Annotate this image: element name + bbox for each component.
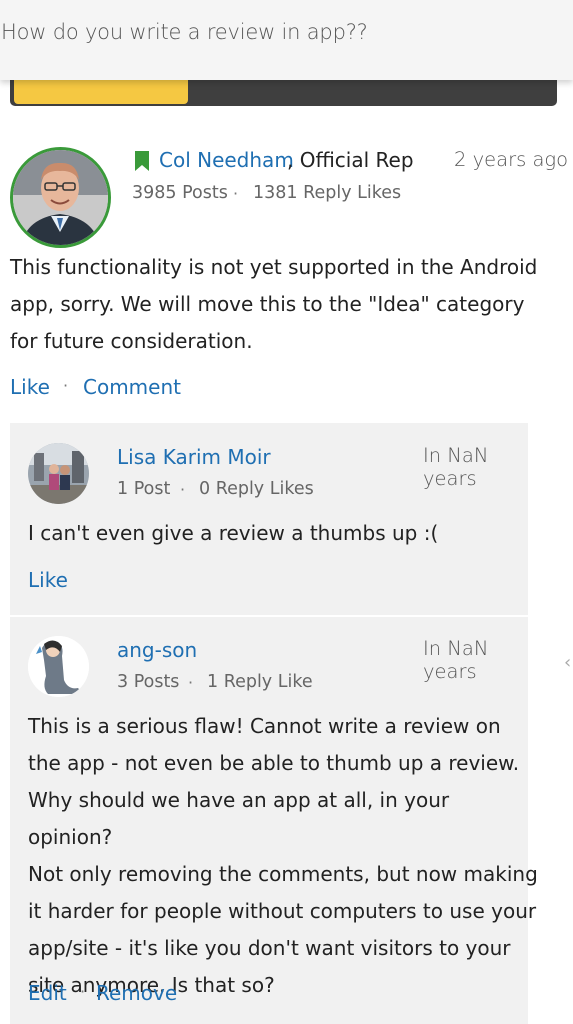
action-separator: · <box>80 982 86 1001</box>
bookmark-icon <box>134 151 150 171</box>
comment-author-link[interactable]: Lisa Karim Moir <box>117 445 271 469</box>
post-author-role: , Official Rep <box>287 148 414 172</box>
comment-card: Lisa Karim Moir In NaN years 1 Post · 0 … <box>10 423 528 615</box>
avatar[interactable] <box>28 636 89 697</box>
post-posts-count: 3985 Posts <box>132 183 228 203</box>
top-bar: How do you write a review in app?? <box>0 0 573 80</box>
meta-separator: · <box>180 480 186 499</box>
comment-body: This is a serious flaw! Cannot write a r… <box>28 714 538 997</box>
remove-link[interactable]: Remove <box>96 981 177 1005</box>
post-author-link[interactable]: Col Needham <box>159 148 294 172</box>
comment-body: I can't even give a review a thumbs up :… <box>28 521 439 545</box>
like-link[interactable]: Like <box>28 568 68 592</box>
comment-author-link[interactable]: ang-son <box>117 638 197 662</box>
post-body: This functionality is not yet supported … <box>10 255 538 353</box>
avatar[interactable] <box>28 443 89 504</box>
meta-separator: · <box>188 673 194 692</box>
post-timestamp: 2 years ago <box>454 148 569 171</box>
action-separator: · <box>63 376 69 395</box>
progress-fill <box>14 80 188 104</box>
page-title: How do you write a review in app?? <box>1 20 368 44</box>
comment-link[interactable]: Comment <box>83 375 181 399</box>
comment-reply-likes: 1 Reply Like <box>207 672 313 692</box>
comment-posts-count: 1 Post <box>117 479 171 499</box>
avatar[interactable] <box>10 147 111 248</box>
progress-bar <box>10 80 557 106</box>
comment-timestamp: In NaN years <box>423 444 489 490</box>
comment-timestamp: In NaN years <box>423 637 489 683</box>
comment-reply-likes: 0 Reply Likes <box>199 479 314 499</box>
meta-separator: · <box>233 184 239 203</box>
comment-card: ang-son In NaN years 3 Posts · 1 Reply L… <box>10 617 538 1024</box>
chevron-left-icon[interactable]: ‹ <box>564 652 571 673</box>
comment-posts-count: 3 Posts <box>117 672 180 692</box>
like-link[interactable]: Like <box>10 375 50 399</box>
edit-link[interactable]: Edit <box>28 981 67 1005</box>
post-reply-likes: 1381 Reply Likes <box>253 183 402 203</box>
